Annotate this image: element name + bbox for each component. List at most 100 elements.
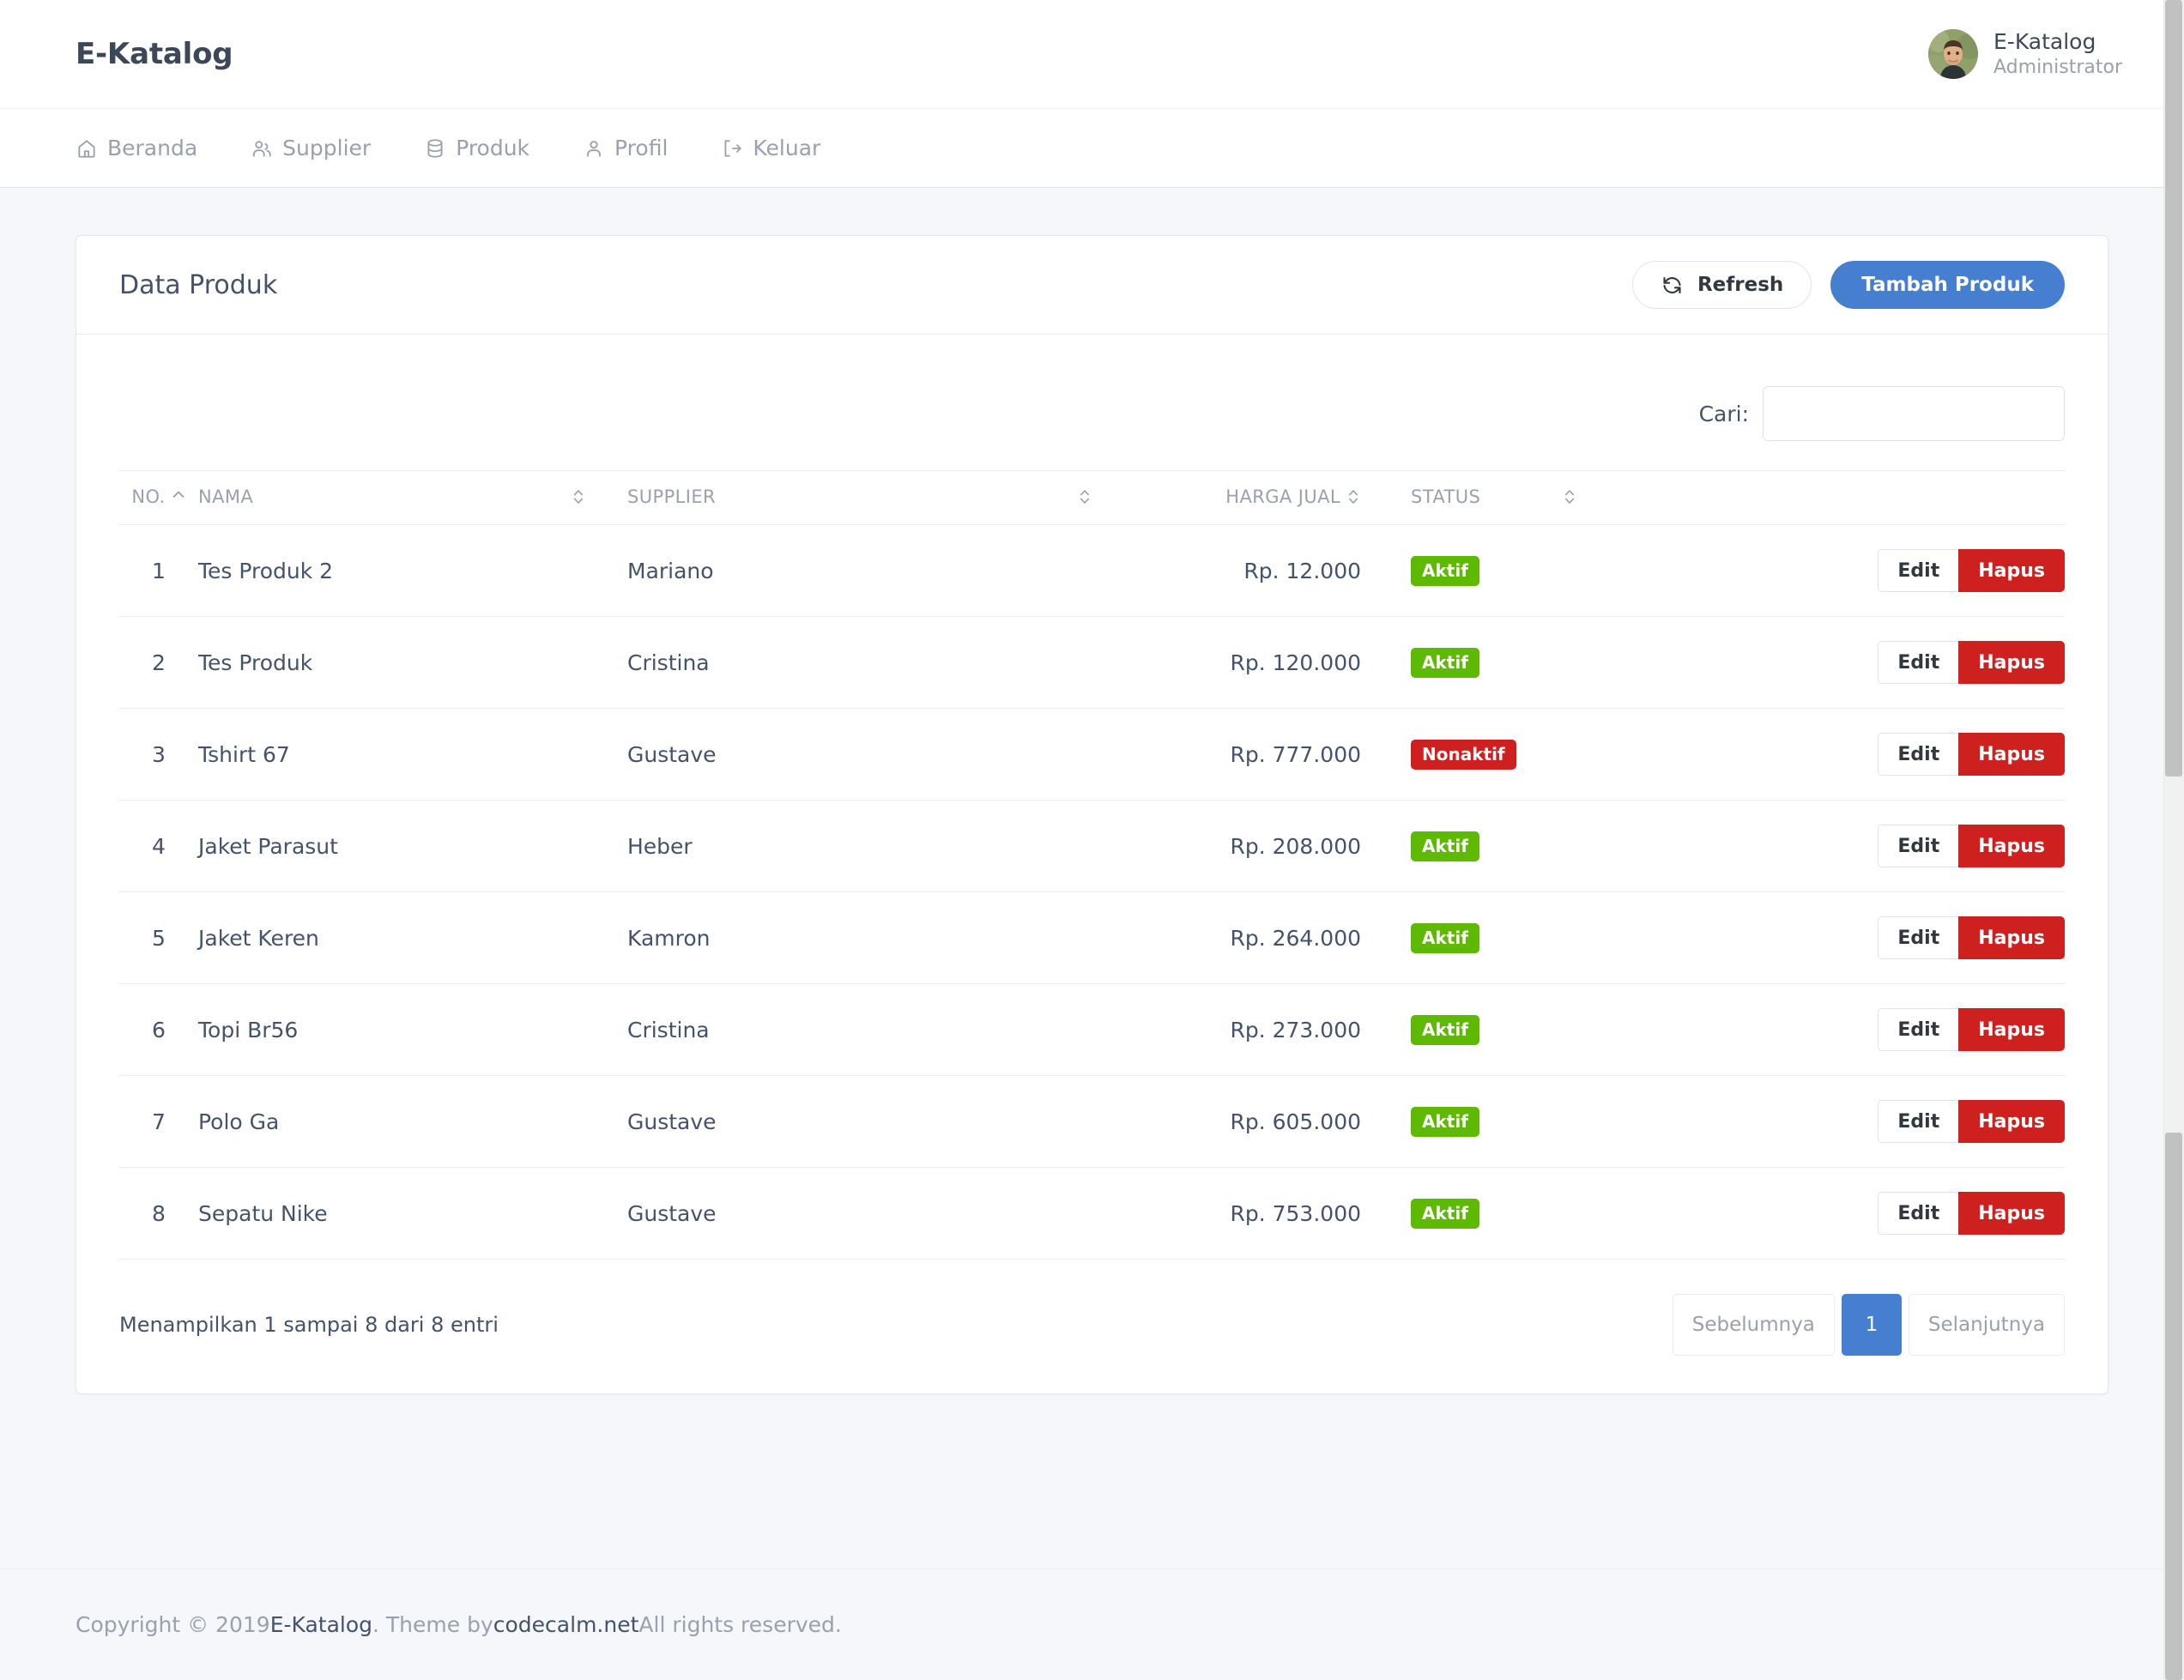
cell-supplier: Gustave [627, 1168, 1134, 1260]
cell-harga-jual: Rp. 605.000 [1134, 1076, 1361, 1168]
column-header-supplier[interactable]: SUPPLIER [627, 471, 1134, 525]
user-menu[interactable]: E-Katalog Administrator [1928, 28, 2122, 80]
top-header: E-Katalog [0, 0, 2184, 109]
nav-label-keluar: Keluar [753, 136, 820, 160]
cell-supplier: Kamron [627, 892, 1134, 984]
search-input[interactable] [1763, 386, 2065, 441]
status-badge: Aktif [1411, 923, 1479, 953]
footer-suffix: All rights reserved. [638, 1612, 841, 1637]
delete-button[interactable]: Hapus [1958, 733, 2065, 776]
cell-no: 3 [119, 709, 198, 801]
cell-actions: EditHapus [1618, 617, 2065, 709]
delete-button[interactable]: Hapus [1958, 916, 2065, 959]
search-row: Cari: [119, 366, 2065, 470]
cell-status: Aktif [1361, 1076, 1618, 1168]
column-header-harga-jual[interactable]: HARGA JUAL [1134, 471, 1361, 525]
column-header-no[interactable]: NO. [119, 471, 198, 525]
edit-button[interactable]: Edit [1878, 549, 1958, 592]
cell-nama: Tes Produk 2 [198, 525, 627, 617]
table-header-row: NO. NAMA [119, 471, 2065, 525]
cell-actions: EditHapus [1618, 801, 2065, 892]
status-badge: Aktif [1411, 1199, 1479, 1229]
user-role: Administrator [1993, 56, 2122, 80]
pagination: Sebelumnya 1 Selanjutnya [1673, 1294, 2065, 1356]
column-header-nama[interactable]: NAMA [198, 471, 627, 525]
cell-harga-jual: Rp. 777.000 [1134, 709, 1361, 801]
nav-item-profil[interactable]: Profil [583, 136, 694, 160]
delete-button[interactable]: Hapus [1958, 1008, 2065, 1051]
cell-status: Aktif [1361, 617, 1618, 709]
table-row: 6Topi Br56CristinaRp. 273.000AktifEditHa… [119, 984, 2065, 1076]
delete-button[interactable]: Hapus [1958, 549, 2065, 592]
cell-supplier: Mariano [627, 525, 1134, 617]
database-icon [424, 137, 446, 160]
cell-actions: EditHapus [1618, 525, 2065, 617]
edit-button[interactable]: Edit [1878, 1100, 1958, 1143]
edit-button[interactable]: Edit [1878, 916, 1958, 959]
cell-status: Aktif [1361, 801, 1618, 892]
column-header-aksi [1618, 471, 2065, 525]
sort-updown-icon [571, 487, 586, 506]
cell-supplier: Heber [627, 801, 1134, 892]
page-scrollbar-track[interactable] [2163, 0, 2184, 1680]
cell-nama: Topi Br56 [198, 984, 627, 1076]
cell-harga-jual: Rp. 12.000 [1134, 525, 1361, 617]
footer-theme-link[interactable]: codecalm.net [493, 1612, 639, 1637]
edit-button[interactable]: Edit [1878, 733, 1958, 776]
table-row: 7Polo GaGustaveRp. 605.000AktifEditHapus [119, 1076, 2065, 1168]
cell-harga-jual: Rp. 120.000 [1134, 617, 1361, 709]
table-row: 2Tes ProdukCristinaRp. 120.000AktifEditH… [119, 617, 2065, 709]
delete-button[interactable]: Hapus [1958, 1192, 2065, 1235]
nav-item-keluar[interactable]: Keluar [721, 136, 847, 160]
table-footer: Menampilkan 1 sampai 8 dari 8 entri Sebe… [119, 1260, 2065, 1393]
edit-button[interactable]: Edit [1878, 1008, 1958, 1051]
table-row: 4Jaket ParasutHeberRp. 208.000AktifEditH… [119, 801, 2065, 892]
pagination-page-1[interactable]: 1 [1842, 1294, 1902, 1356]
delete-button[interactable]: Hapus [1958, 1100, 2065, 1143]
table-row: 3Tshirt 67GustaveRp. 777.000NonaktifEdit… [119, 709, 2065, 801]
nav-item-beranda[interactable]: Beranda [76, 136, 224, 160]
brand-title: E-Katalog [76, 37, 233, 71]
cell-actions: EditHapus [1618, 1076, 2065, 1168]
card-header: Data Produk Refresh Tambah Produk [76, 236, 2108, 335]
avatar [1928, 29, 1978, 79]
search-label: Cari: [1699, 402, 1749, 426]
nav-label-produk: Produk [456, 136, 529, 160]
delete-button[interactable]: Hapus [1958, 825, 2065, 867]
cell-nama: Jaket Parasut [198, 801, 627, 892]
delete-button[interactable]: Hapus [1958, 641, 2065, 684]
footer-copyright-prefix: Copyright © 2019 [76, 1612, 270, 1637]
cell-status: Aktif [1361, 984, 1618, 1076]
cell-actions: EditHapus [1618, 892, 2065, 984]
column-label-status: STATUS [1411, 486, 1480, 507]
user-icon [583, 137, 605, 160]
cell-harga-jual: Rp. 264.000 [1134, 892, 1361, 984]
cell-status: Aktif [1361, 525, 1618, 617]
refresh-button[interactable]: Refresh [1632, 261, 1812, 309]
users-icon [251, 137, 273, 160]
cell-nama: Polo Ga [198, 1076, 627, 1168]
refresh-icon [1661, 274, 1684, 297]
main-navigation: Beranda Supplier Produk [0, 109, 2184, 188]
column-header-status[interactable]: STATUS [1361, 471, 1618, 525]
cell-status: Aktif [1361, 892, 1618, 984]
pagination-next-button[interactable]: Selanjutnya [1909, 1294, 2065, 1356]
produk-table: NO. NAMA [119, 470, 2065, 1260]
home-icon [76, 137, 98, 160]
sort-updown-icon [1077, 487, 1092, 506]
pagination-prev-button[interactable]: Sebelumnya [1673, 1294, 1835, 1356]
edit-button[interactable]: Edit [1878, 1192, 1958, 1235]
page-scrollbar-thumb-lower[interactable] [2165, 1133, 2182, 1680]
logout-icon [721, 137, 743, 160]
cell-actions: EditHapus [1618, 709, 2065, 801]
cell-harga-jual: Rp. 208.000 [1134, 801, 1361, 892]
user-name: E-Katalog [1993, 28, 2122, 56]
sort-updown-icon [1346, 487, 1361, 506]
cell-actions: EditHapus [1618, 1168, 2065, 1260]
nav-item-produk[interactable]: Produk [424, 136, 556, 160]
page-scrollbar-thumb[interactable] [2165, 0, 2182, 777]
add-produk-button[interactable]: Tambah Produk [1830, 261, 2065, 309]
edit-button[interactable]: Edit [1878, 641, 1958, 684]
nav-item-supplier[interactable]: Supplier [251, 136, 397, 160]
edit-button[interactable]: Edit [1878, 825, 1958, 867]
